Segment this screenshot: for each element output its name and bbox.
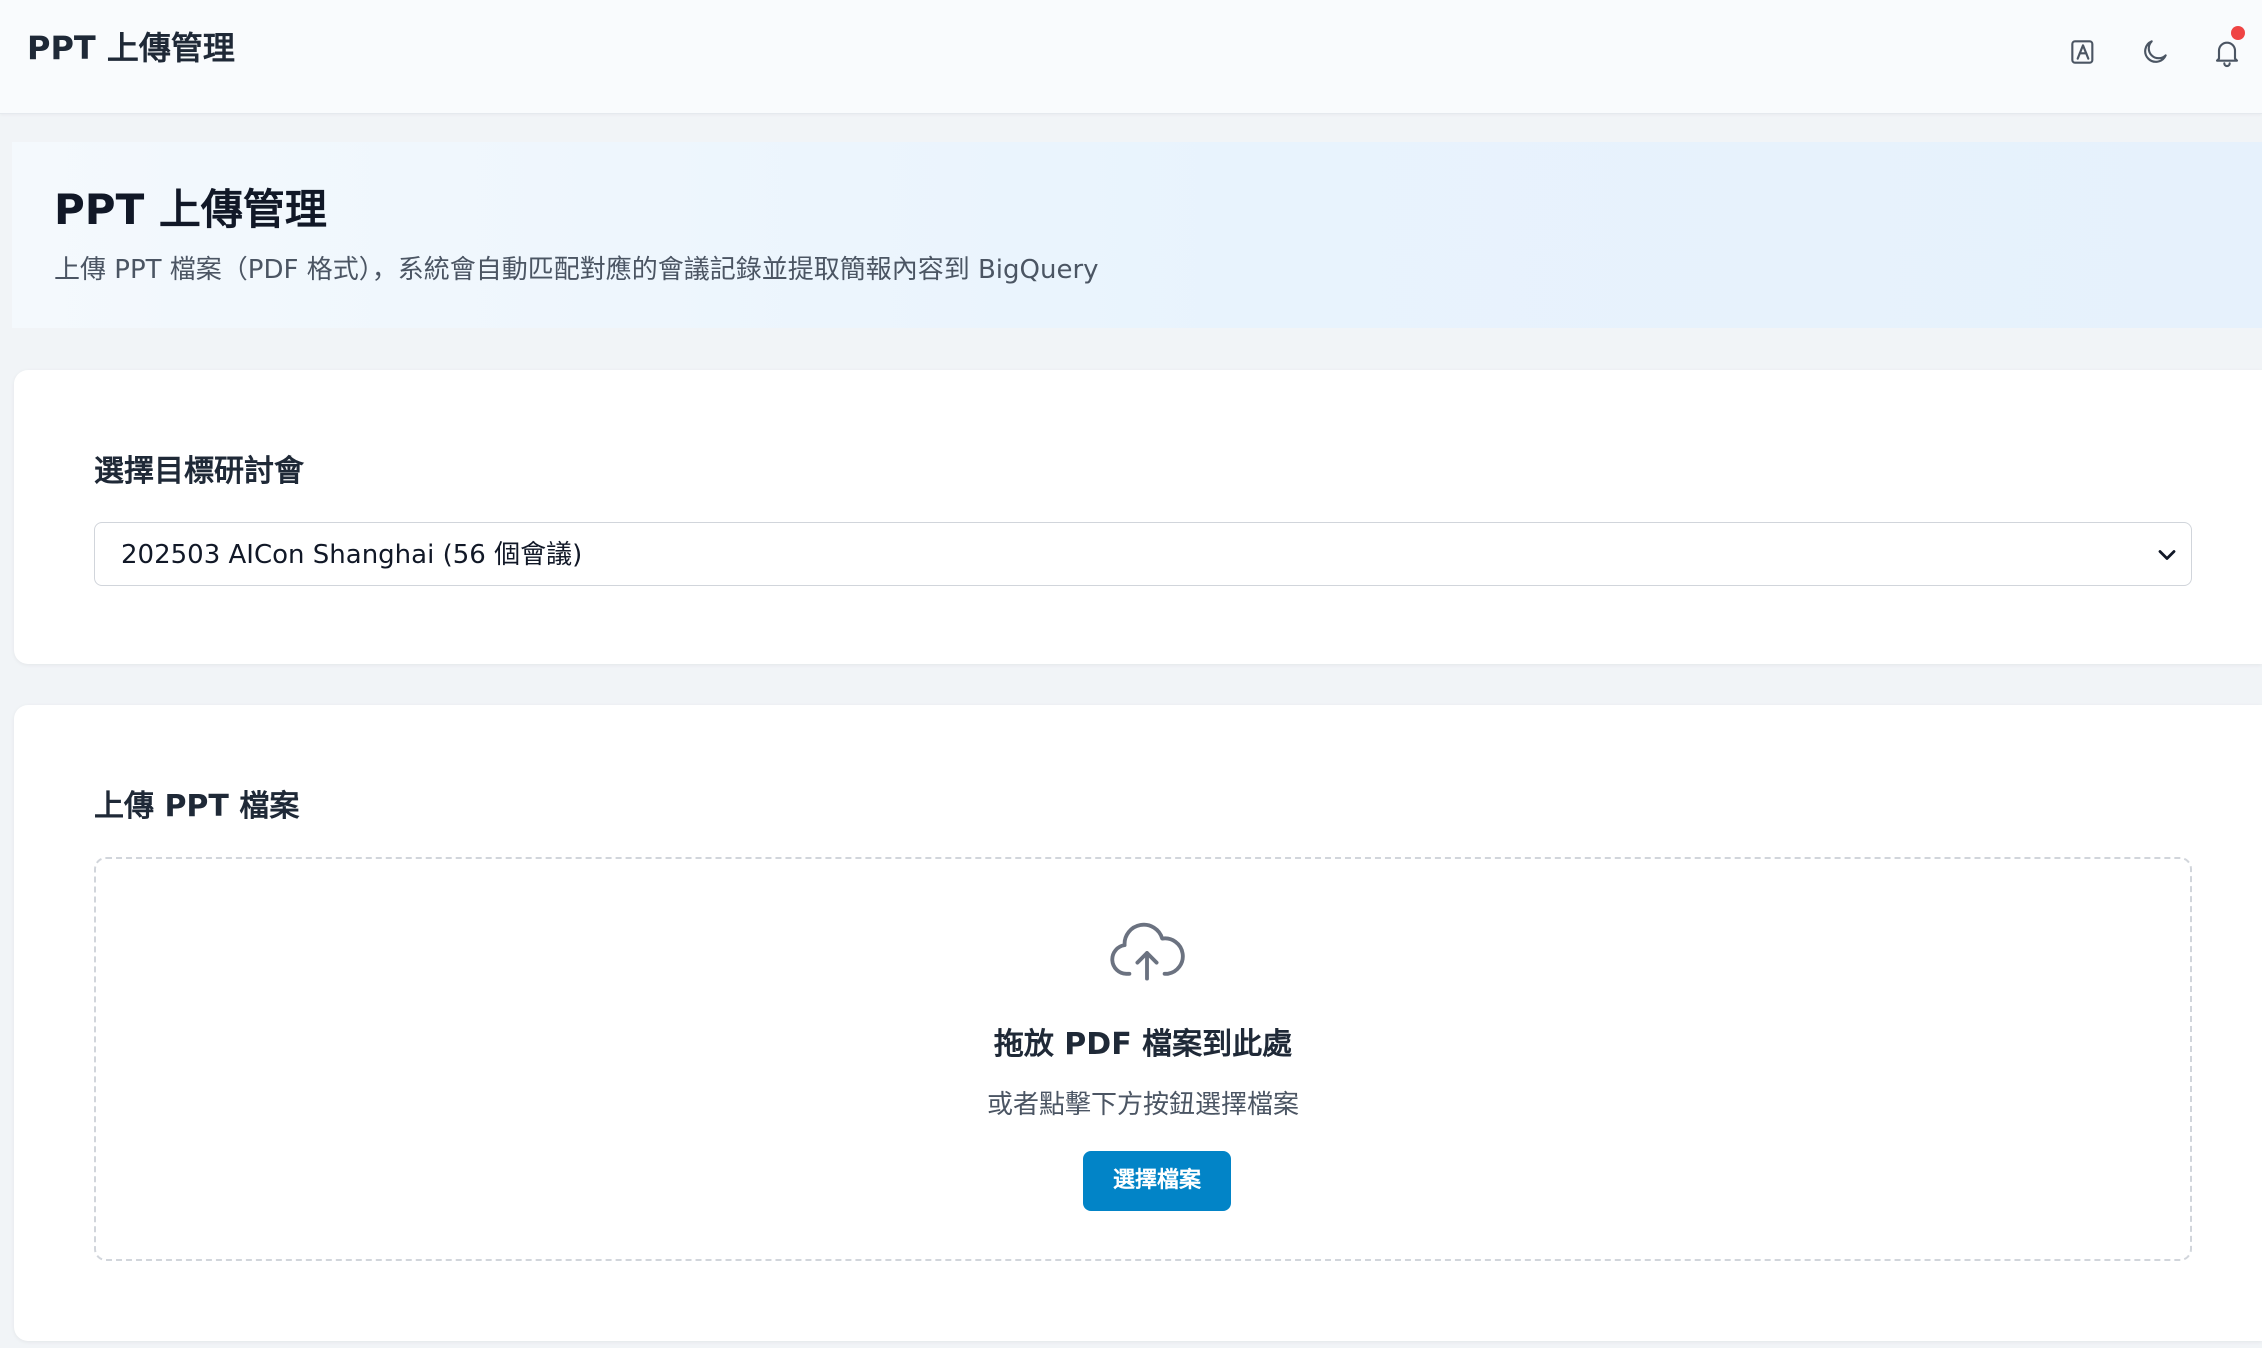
app-title: PPT 上傳管理 [27,29,235,67]
upload-section-label: 上傳 PPT 檔案 [94,789,300,824]
notification-badge [2231,26,2245,40]
dropzone-title: 拖放 PDF 檔案到此處 [993,1027,1293,1062]
translate-icon [2071,40,2094,64]
seminar-select[interactable]: 202503 AICon Shanghai (56 個會議) [94,522,2192,586]
cloud-upload-icon [1110,922,1185,981]
dark-mode-toggle[interactable] [2133,30,2177,74]
bell-icon [2215,41,2239,67]
pdf-dropzone[interactable]: 拖放 PDF 檔案到此處 或者點擊下方按鈕選擇檔案 選擇檔案 [94,857,2192,1261]
page-title: PPT 上傳管理 [54,185,327,234]
page-description: 上傳 PPT 檔案（PDF 格式），系統會自動匹配對應的會議記錄並提取簡報內容到… [54,255,1099,285]
choose-file-button[interactable]: 選擇檔案 [1083,1151,1231,1211]
seminar-select-card: 選擇目標研討會 202503 AICon Shanghai (56 個會議) [14,370,2262,664]
dropzone-hint: 或者點擊下方按鈕選擇檔案 [986,1090,1299,1120]
page-header: PPT 上傳管理 上傳 PPT 檔案（PDF 格式），系統會自動匹配對應的會議記… [12,142,2262,328]
seminar-select-value: 202503 AICon Shanghai (56 個會議) [121,540,583,570]
upload-card: 上傳 PPT 檔案 拖放 PDF 檔案到此處 或者點擊下方按鈕選擇檔案 選擇檔案 [14,705,2262,1341]
seminar-select-label: 選擇目標研討會 [94,454,304,489]
top-bar: PPT 上傳管理 [0,0,2262,114]
moon-icon [2144,40,2167,63]
chevron-down-icon [2158,550,2176,560]
translate-button[interactable] [2061,30,2105,74]
notifications-button[interactable] [2205,26,2249,74]
